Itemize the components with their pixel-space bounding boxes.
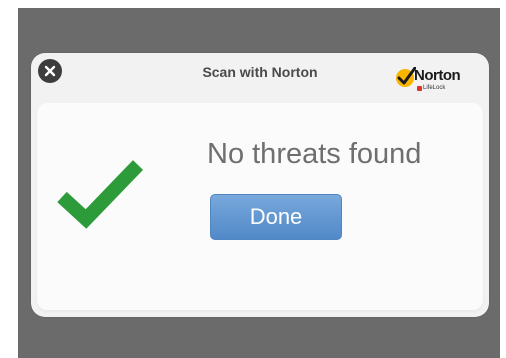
lifelock-mark-icon (417, 85, 422, 91)
brand-sub-label: LifeLock (423, 85, 446, 91)
checkmark-icon (57, 160, 144, 229)
brand-name: Norton (414, 67, 461, 84)
norton-logo: Norton LifeLock (394, 67, 474, 97)
scan-dialog: Scan with Norton Norton LifeLock No thre… (31, 53, 489, 317)
brand-sub: LifeLock (417, 85, 445, 91)
status-text: No threats found (207, 138, 422, 170)
result-panel: No threats found Done (37, 103, 483, 310)
done-button[interactable]: Done (210, 194, 342, 240)
norton-check-icon (396, 67, 416, 87)
